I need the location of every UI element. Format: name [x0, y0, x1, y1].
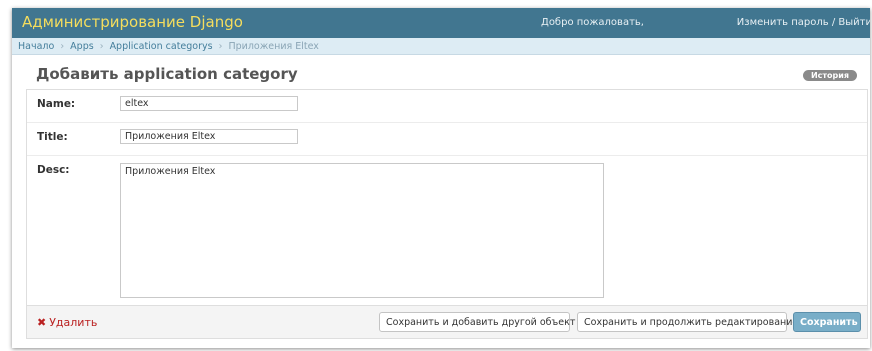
form-fieldset: Name: Title: Desc: Приложения Eltex: [26, 89, 868, 305]
name-label: Name:: [37, 98, 76, 110]
title-label: Title:: [37, 131, 68, 143]
logout-link[interactable]: Выйти: [838, 17, 870, 28]
history-button[interactable]: История: [803, 70, 857, 81]
delete-link[interactable]: ✖ Удалить: [37, 316, 97, 329]
form-row-desc: Desc: Приложения Eltex: [27, 156, 867, 306]
user-tools: Изменить пароль / Выйти: [737, 17, 870, 28]
breadcrumb-apps[interactable]: Apps: [70, 41, 94, 52]
browser-frame: Администрирование Django Добро пожаловат…: [12, 8, 870, 348]
breadcrumb-current: Приложения Eltex: [228, 41, 319, 52]
header: Администрирование Django Добро пожаловат…: [12, 8, 870, 38]
desc-label: Desc:: [37, 164, 70, 176]
name-input[interactable]: [120, 96, 298, 111]
submit-row: ✖ Удалить Сохранить и добавить другой объ…: [26, 305, 868, 339]
breadcrumb-separator: ›: [99, 41, 104, 52]
form-row-title: Title:: [27, 123, 867, 156]
save-and-continue-button[interactable]: Сохранить и продолжить редактирование: [577, 312, 798, 332]
welcome-text: Добро пожаловать,: [541, 17, 644, 28]
breadcrumb: Начало › Apps › Application categorys › …: [12, 38, 870, 55]
desc-textarea[interactable]: Приложения Eltex: [120, 163, 604, 298]
breadcrumb-model[interactable]: Application categorys: [110, 41, 213, 52]
save-and-add-another-button[interactable]: Сохранить и добавить другой объект: [379, 312, 575, 332]
change-password-link[interactable]: Изменить пароль: [737, 17, 829, 28]
delete-icon: ✖: [37, 316, 47, 329]
title-input[interactable]: [120, 129, 298, 144]
form-row-name: Name:: [27, 90, 867, 123]
page-title: Добавить application category: [36, 65, 298, 83]
site-title[interactable]: Администрирование Django: [22, 13, 243, 31]
delete-label: Удалить: [49, 316, 98, 329]
breadcrumb-home[interactable]: Начало: [18, 41, 54, 52]
breadcrumb-separator: ›: [60, 41, 65, 52]
breadcrumb-separator: ›: [218, 41, 223, 52]
user-tools-separator: /: [831, 17, 836, 28]
save-button[interactable]: Сохранить: [793, 312, 861, 332]
